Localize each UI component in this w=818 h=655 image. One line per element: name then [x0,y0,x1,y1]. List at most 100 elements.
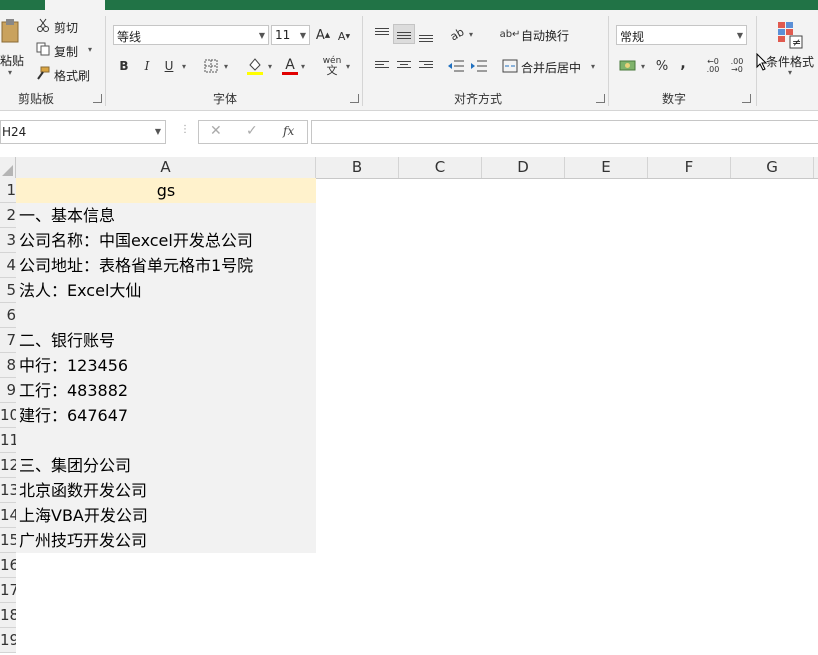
cell-a[interactable]: 法人：Excel大仙 [16,278,316,303]
percent-style-button[interactable]: % [654,58,670,74]
wrap-text-button[interactable]: 自动换行 [521,27,569,44]
cell-a[interactable] [16,578,316,603]
name-box[interactable]: H24 ▼ [0,120,166,144]
italic-button[interactable]: I [139,58,155,74]
clipboard-launcher-icon[interactable] [93,94,102,103]
cell-a[interactable]: 上海VBA开发公司 [16,503,316,528]
font-name-select[interactable]: 等线 ▼ [113,25,269,45]
font-color-dropdown-icon[interactable]: ▾ [301,62,305,71]
conditional-formatting-dropdown-icon[interactable]: ▾ [788,68,792,77]
row-header[interactable]: 18 [0,603,16,628]
row-header[interactable]: 8 [0,353,16,378]
row-header[interactable]: 6 [0,303,16,328]
column-header-d[interactable]: D [482,157,565,178]
underline-dropdown-icon[interactable]: ▾ [182,62,186,71]
splitter-handle-icon[interactable]: ⋮ [180,124,190,135]
decrease-decimal-icon[interactable]: .00 →0 [727,57,747,75]
cell-a[interactable] [16,603,316,628]
cell-a[interactable]: 公司地址：表格省单元格市1号院 [16,253,316,278]
accounting-dropdown-icon[interactable]: ▾ [641,62,645,71]
font-size-select[interactable]: 11 ▼ [271,25,310,45]
cell-a[interactable] [16,553,316,578]
cell-a[interactable] [16,428,316,453]
align-left-icon[interactable] [375,59,389,70]
select-all-corner[interactable] [0,157,16,178]
phonetic-guide-icon[interactable]: wén 文 [322,56,342,77]
column-header-e[interactable]: E [565,157,648,178]
column-header-b[interactable]: B [316,157,399,178]
cell-a[interactable] [16,303,316,328]
cancel-icon[interactable]: ✕ [210,123,222,139]
cell-a[interactable] [16,628,316,653]
bold-button[interactable]: B [116,58,132,74]
merge-dropdown-icon[interactable]: ▾ [591,62,595,71]
copy-button[interactable]: 复制 [54,43,78,60]
cell-a[interactable]: 一、基本信息 [16,203,316,228]
row-header[interactable]: 9 [0,378,16,403]
paste-dropdown-icon[interactable]: ▾ [8,68,12,77]
column-header-a[interactable]: A [16,157,316,178]
chevron-down-icon[interactable]: ▼ [155,127,161,136]
increase-decimal-icon[interactable]: ←0.00 [703,57,723,75]
number-launcher-icon[interactable] [742,94,751,103]
align-center-icon[interactable] [397,59,411,70]
formula-input[interactable] [311,120,818,144]
cell-a[interactable]: 建行：647647 [16,403,316,428]
cell-a[interactable]: 三、集团分公司 [16,453,316,478]
row-header[interactable]: 5 [0,278,16,303]
row-header[interactable]: 19 [0,628,16,653]
bottom-align-icon[interactable] [419,33,433,44]
cell-a[interactable]: 中行：123456 [16,353,316,378]
tab-home[interactable] [45,0,105,10]
decrease-indent-icon[interactable] [447,58,465,74]
header-cell[interactable]: gs [16,178,316,203]
row-header[interactable]: 16 [0,553,16,578]
row-header[interactable]: 1 [0,178,16,203]
paste-button[interactable]: 粘贴 [0,52,24,69]
column-header-g[interactable]: G [731,157,814,178]
orientation-dropdown-icon[interactable]: ▾ [469,30,473,39]
cell-a[interactable]: 公司名称：中国excel开发总公司 [16,228,316,253]
row-header[interactable]: 4 [0,253,16,278]
borders-icon[interactable] [203,58,219,74]
cell-a[interactable]: 北京函数开发公司 [16,478,316,503]
align-right-icon[interactable] [419,59,433,70]
row-header[interactable]: 3 [0,228,16,253]
number-format-select[interactable]: 常规 ▼ [616,25,747,45]
worksheet-grid[interactable]: 1 gs 2 一、基本信息 3 公司名称：中国excel开发总公司 4 公司地址：表格省单元格… [0,178,818,655]
row-header[interactable]: 14 [0,503,16,528]
row-header[interactable]: 13 [0,478,16,503]
row-header[interactable]: 12 [0,453,16,478]
column-header-f[interactable]: F [648,157,731,178]
alignment-launcher-icon[interactable] [596,94,605,103]
copy-dropdown-icon[interactable]: ▾ [88,45,92,54]
paste-icon[interactable] [0,18,20,44]
fill-color-icon[interactable] [246,56,264,76]
phonetic-dropdown-icon[interactable]: ▾ [346,62,350,71]
underline-button[interactable]: U [161,58,177,74]
cut-button[interactable]: 剪切 [54,19,78,36]
orientation-icon[interactable]: ab [445,23,469,46]
row-header[interactable]: 17 [0,578,16,603]
row-header[interactable]: 2 [0,203,16,228]
column-header-c[interactable]: C [399,157,482,178]
row-header[interactable]: 7 [0,328,16,353]
cell-a[interactable]: 二、银行账号 [16,328,316,353]
confirm-icon[interactable]: ✓ [246,123,258,139]
format-painter-button[interactable]: 格式刷 [54,67,90,84]
increase-indent-icon[interactable] [470,58,488,74]
row-header[interactable]: 11 [0,428,16,453]
decrease-font-size-icon[interactable]: A ▼ [337,28,351,44]
top-align-icon[interactable] [375,26,389,37]
accounting-format-icon[interactable] [619,58,637,74]
font-color-icon[interactable]: A [281,56,299,76]
comma-style-button[interactable]: , [677,56,689,72]
cell-a[interactable]: 广州技巧开发公司 [16,528,316,553]
insert-function-button[interactable]: fx [283,124,294,138]
cell-a[interactable]: 工行：483882 [16,378,316,403]
borders-dropdown-icon[interactable]: ▾ [224,62,228,71]
row-header[interactable]: 15 [0,528,16,553]
row-header[interactable]: 10 [0,403,16,428]
merge-center-button[interactable]: 合并后居中 [521,59,581,76]
fill-color-dropdown-icon[interactable]: ▾ [268,62,272,71]
